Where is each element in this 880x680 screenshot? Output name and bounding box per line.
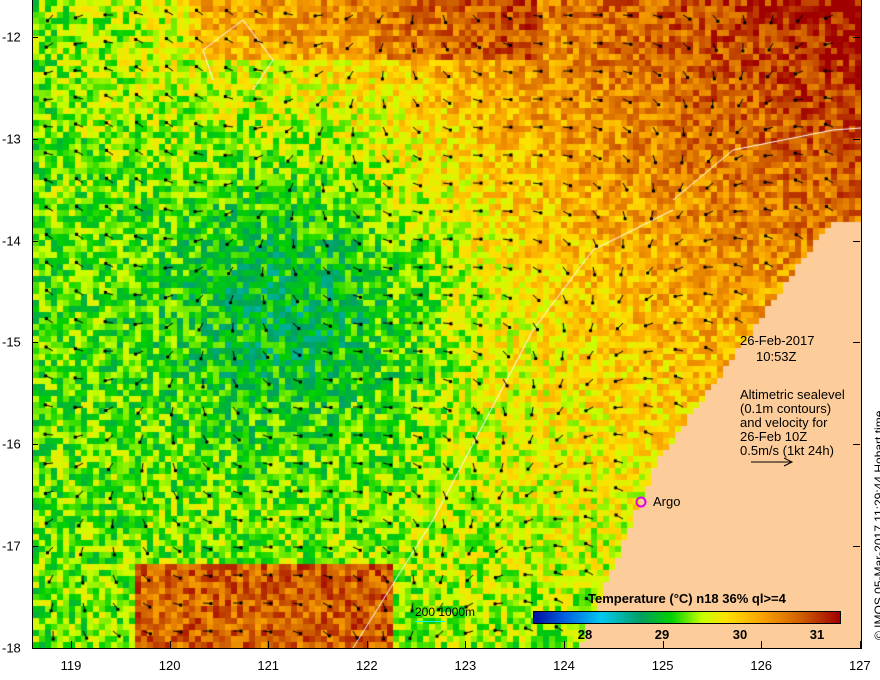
lat-tick-label: -15 [2,334,21,350]
argo-label: Argo [653,494,681,509]
lon-tick-label: 123 [454,658,477,673]
lat-tick [853,240,860,242]
credit-text: © IMOS 05-Mar-2017 11:29:44 Hobart time [872,410,880,640]
lon-tick-label: 126 [750,658,773,673]
sst-map[interactable] [32,0,862,649]
lat-tick [32,546,38,547]
lat-tick [853,138,860,140]
lon-tick [564,641,565,648]
lon-tick-label: 127 [848,658,871,673]
desc-line-1: Altimetric sealevel [740,387,845,402]
lon-tick-label: 120 [158,658,181,673]
lat-tick [32,647,38,649]
lon-tick-label: 125 [651,658,674,673]
lat-tick [853,546,860,547]
lon-tick [662,641,664,648]
colorbar-title: Temperature (°C) n18 36% ql>=4 [588,591,786,606]
lat-tick-label: -12 [2,29,21,45]
lon-tick-label: 124 [553,658,575,673]
lat-tick [32,138,38,140]
lat-tick [853,37,860,38]
lon-tick-label: 119 [60,658,82,673]
desc-line-4: 26-Feb 10Z [740,429,808,444]
time-label: 10:53Z [756,349,797,364]
sst-field [33,0,861,648]
colorbar-tick: 31 [809,627,825,642]
velocity-scale-arrow-icon [751,457,794,467]
lat-tick-label: -17 [2,538,21,554]
argo-float-marker-icon[interactable] [634,495,648,509]
lat-tick [853,647,860,649]
desc-line-2: (0.1m contours) [740,401,832,416]
lat-tick-label: -13 [2,131,21,147]
lat-tick [853,444,860,446]
lat-tick-label: -18 [2,640,21,656]
lon-tick [71,641,72,648]
lon-tick [761,641,763,648]
lat-tick [32,240,38,242]
lat-tick [32,342,38,344]
lon-tick [366,641,368,648]
lat-tick [32,444,38,446]
lat-tick [32,37,38,38]
lon-tick [268,641,270,648]
colorbar-tick: 28 [577,627,593,642]
colorbar-tick: 29 [654,627,670,642]
date-label: 26-Feb-2017 [740,333,815,348]
lat-tick-label: -16 [2,436,21,452]
lon-tick-label: 122 [355,658,378,673]
lat-tick-label: -14 [2,233,21,249]
lon-tick [465,641,467,648]
colorbar-tick: 30 [732,627,748,642]
lon-tick [169,641,171,648]
depth-scale-line [415,621,445,622]
depth-scale-label: 200 1000m [415,605,476,619]
desc-line-3: and velocity for [740,415,828,430]
colorbar [533,611,841,624]
lon-tick-label: 121 [257,658,280,673]
lat-tick [853,342,860,344]
